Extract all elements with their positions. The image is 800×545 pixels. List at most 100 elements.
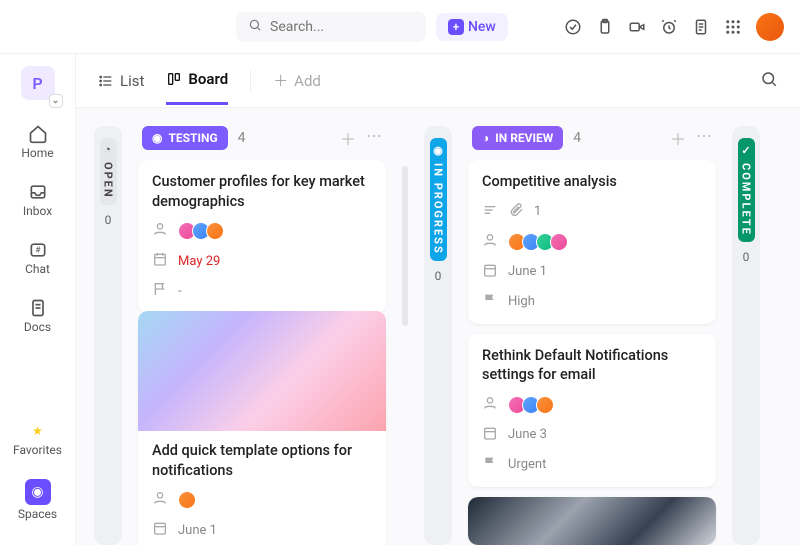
user-avatar[interactable] — [756, 13, 784, 41]
note-icon[interactable] — [692, 18, 710, 36]
chevron-down-icon[interactable]: ⌄ — [49, 94, 63, 108]
column-in-progress-collapsed[interactable]: ◉ IN PROGRESS 0 — [424, 126, 452, 545]
view-tabs: List Board ＋ Add — [76, 54, 800, 108]
home-icon — [28, 124, 48, 144]
space-switcher[interactable]: P ⌄ — [21, 66, 55, 100]
task-card[interactable]: Customer profiles for key market demogra… — [138, 160, 386, 313]
sidebar-label: Favorites — [13, 443, 62, 457]
assignees[interactable] — [508, 396, 554, 414]
assignees[interactable] — [508, 233, 568, 251]
priority[interactable]: Urgent — [508, 457, 546, 472]
assignee-icon — [482, 395, 498, 415]
task-card[interactable]: Rethink Default Notifications settings f… — [468, 334, 716, 487]
flag-icon — [482, 455, 498, 475]
topbar: ✦ + New — [0, 0, 800, 54]
board-search-icon[interactable] — [760, 70, 778, 92]
assignee-icon — [152, 221, 168, 241]
card-cover-image — [138, 311, 386, 431]
column-in-review: ◑ IN REVIEW 4 ＋ ⋯ Competitive analysis 1 — [468, 126, 716, 545]
inbox-icon — [28, 182, 48, 202]
card-title: Competitive analysis — [482, 172, 702, 192]
column-count: 0 — [435, 269, 442, 283]
column-complete-collapsed[interactable]: ✓ COMPLETE 0 — [732, 126, 760, 545]
view-tab-label: Add — [294, 72, 321, 90]
due-date[interactable]: May 29 — [178, 254, 220, 269]
assignees[interactable] — [178, 222, 224, 240]
assignee-icon — [482, 232, 498, 252]
view-tab-board[interactable]: Board — [166, 70, 228, 105]
sidebar-label: Home — [21, 146, 53, 160]
global-search[interactable]: ✦ — [236, 12, 426, 42]
calendar-icon — [482, 425, 498, 445]
sidebar: P ⌄ Home Inbox # Chat Docs ★ Favorites ◉… — [0, 54, 76, 545]
apps-grid-icon[interactable] — [724, 18, 742, 36]
new-button[interactable]: + New — [436, 13, 508, 41]
new-button-label: New — [468, 19, 496, 35]
column-count: 0 — [743, 250, 750, 264]
card-title: Add quick template options for notificat… — [152, 441, 372, 480]
sidebar-item-inbox[interactable]: Inbox — [0, 174, 75, 226]
due-date[interactable]: June 1 — [178, 523, 217, 538]
card-title: Rethink Default Notifications settings f… — [482, 346, 702, 385]
add-card-icon[interactable]: ＋ — [670, 126, 686, 150]
attachment-count: 1 — [534, 204, 541, 219]
scrollbar[interactable] — [402, 166, 408, 326]
add-card-icon[interactable]: ＋ — [340, 126, 356, 150]
status-pill-open: ◔ OPEN — [100, 138, 117, 205]
sidebar-item-home[interactable]: Home — [0, 116, 75, 168]
space-letter: P — [32, 74, 42, 93]
column-open-collapsed[interactable]: ◔ OPEN 0 — [94, 126, 122, 545]
view-tab-label: Board — [188, 70, 228, 88]
sidebar-label: Docs — [24, 320, 51, 334]
view-tab-list[interactable]: List — [98, 72, 144, 104]
sidebar-label: Inbox — [23, 204, 52, 218]
column-header: ◑ IN REVIEW 4 ＋ ⋯ — [468, 126, 716, 150]
column-count: 0 — [105, 213, 112, 227]
chat-icon: # — [28, 240, 48, 260]
check-circle-icon[interactable] — [564, 18, 582, 36]
alarm-icon[interactable] — [660, 18, 678, 36]
due-date[interactable]: June 3 — [508, 427, 547, 442]
sidebar-item-favorites[interactable]: ★ Favorites — [0, 413, 75, 465]
search-input[interactable] — [270, 19, 448, 35]
status-pill-in-review[interactable]: ◑ IN REVIEW — [472, 126, 563, 150]
status-pill-in-progress: ◉ IN PROGRESS — [430, 138, 447, 261]
column-menu-icon[interactable]: ⋯ — [696, 126, 712, 150]
list-icon — [98, 73, 114, 89]
priority[interactable]: High — [508, 294, 535, 309]
calendar-icon — [152, 520, 168, 540]
star-icon: ★ — [28, 421, 48, 441]
priority[interactable]: - — [178, 284, 182, 299]
assignee-icon — [152, 490, 168, 510]
sidebar-item-docs[interactable]: Docs — [0, 290, 75, 342]
video-icon[interactable] — [628, 18, 646, 36]
task-card[interactable]: Competitive analysis 1 June 1 — [468, 160, 716, 324]
svg-text:#: # — [35, 246, 41, 256]
view-tab-label: List — [120, 72, 144, 90]
column-menu-icon[interactable]: ⋯ — [366, 126, 382, 150]
card-title: Customer profiles for key market demogra… — [152, 172, 372, 211]
clipboard-icon[interactable] — [596, 18, 614, 36]
task-card[interactable]: Add quick template options for notificat… — [138, 323, 386, 545]
compass-icon: ◉ — [25, 479, 51, 505]
status-pill-testing[interactable]: ◉ TESTING — [142, 126, 228, 150]
due-date[interactable]: June 1 — [508, 264, 547, 279]
column-count: 4 — [238, 130, 246, 146]
plus-icon: ＋ — [273, 70, 288, 91]
board-icon — [166, 71, 182, 87]
flag-icon — [482, 292, 498, 312]
docs-icon — [28, 298, 48, 318]
view-tab-add[interactable]: ＋ Add — [273, 70, 321, 105]
attachment-icon — [508, 202, 524, 222]
board-area: ◔ OPEN 0 ◉ TESTING 4 ＋ ⋯ Customer profil… — [76, 108, 800, 545]
sidebar-label: Chat — [25, 262, 50, 276]
top-icons — [564, 13, 784, 41]
sidebar-item-chat[interactable]: # Chat — [0, 232, 75, 284]
card-cover-image — [468, 497, 716, 545]
column-testing: ◉ TESTING 4 ＋ ⋯ Customer profiles for ke… — [138, 126, 386, 545]
search-icon — [248, 18, 262, 36]
sidebar-item-spaces[interactable]: ◉ Spaces — [0, 471, 75, 529]
assignees[interactable] — [178, 491, 196, 509]
task-card[interactable] — [468, 497, 716, 545]
column-count: 4 — [573, 130, 581, 146]
